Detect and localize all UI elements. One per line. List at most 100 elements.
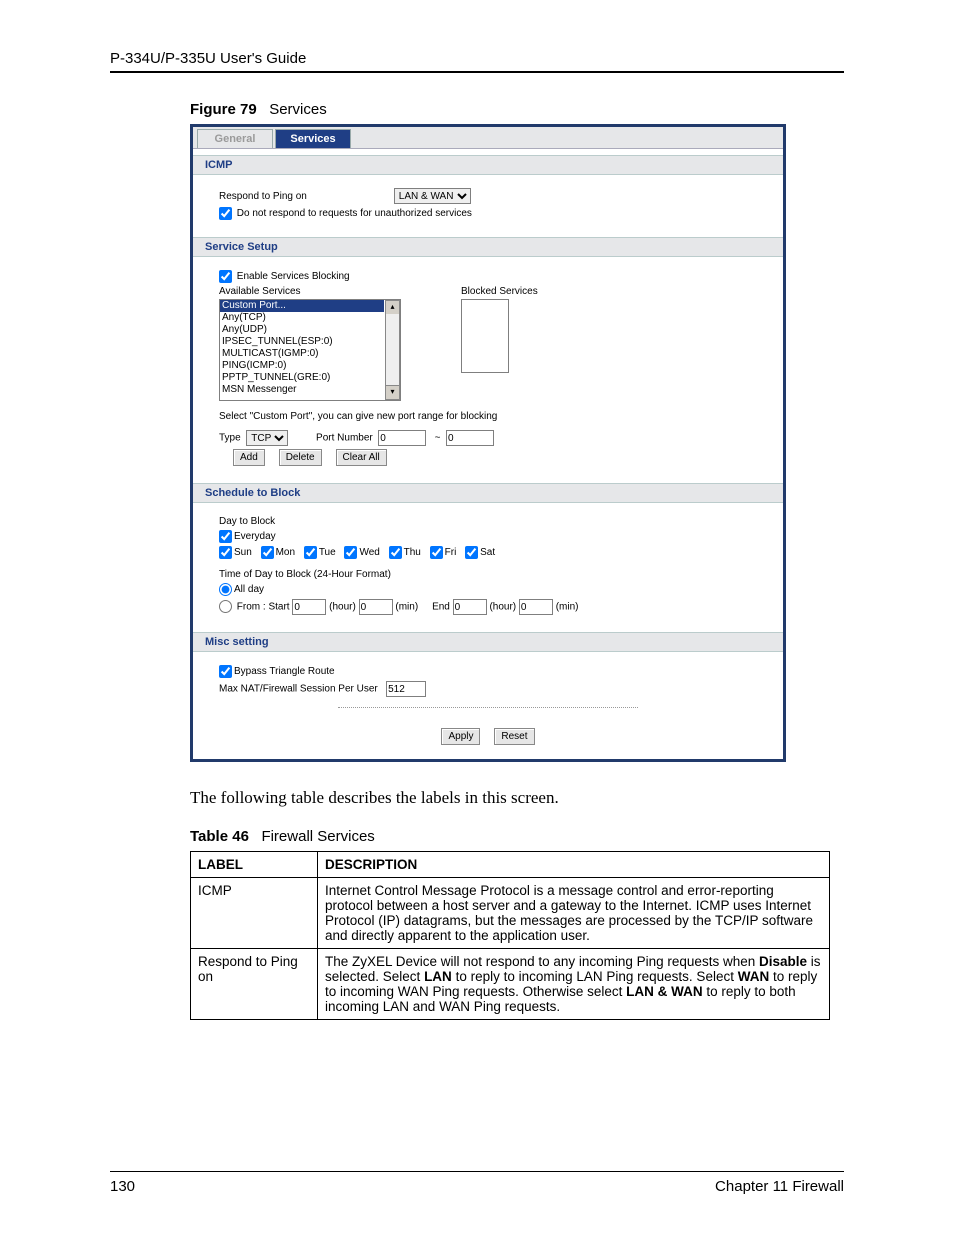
bypass-triangle-label: Bypass Triangle Route <box>234 666 335 677</box>
list-item[interactable]: Any(UDP) <box>220 324 384 336</box>
everyday-checkbox[interactable] <box>219 530 232 543</box>
list-item[interactable]: Custom Port... <box>220 300 384 312</box>
all-day-label: All day <box>234 584 264 595</box>
reset-button[interactable]: Reset <box>494 728 534 745</box>
clear-all-button[interactable]: Clear All <box>336 449 387 466</box>
end-hour-input[interactable] <box>453 599 487 615</box>
day-sun-checkbox[interactable] <box>219 546 232 559</box>
end-min-input[interactable] <box>519 599 553 615</box>
min-unit: (min) <box>556 602 579 613</box>
day-tue-label: Tue <box>319 547 336 558</box>
port-to-input[interactable] <box>446 430 494 446</box>
dotted-separator <box>338 707 638 708</box>
list-item[interactable]: MSN Messenger <box>220 384 384 396</box>
respond-ping-select[interactable]: LAN & WAN <box>394 188 471 204</box>
day-fri-checkbox[interactable] <box>430 546 443 559</box>
available-services-listbox[interactable]: Custom Port... Any(TCP) Any(UDP) IPSEC_T… <box>219 299 401 401</box>
th-label: LABEL <box>191 852 318 878</box>
blocked-services-label: Blocked Services <box>461 286 538 297</box>
blocked-services-listbox[interactable] <box>461 299 509 373</box>
bypass-triangle-checkbox[interactable] <box>219 665 232 678</box>
description-table: LABEL DESCRIPTION ICMP Internet Control … <box>190 851 830 1020</box>
day-thu-label: Thu <box>404 547 421 558</box>
tab-bar: GeneralServices <box>193 127 783 149</box>
scroll-down-icon[interactable]: ▾ <box>385 385 400 400</box>
list-item[interactable]: Any(TCP) <box>220 312 384 324</box>
day-sun-label: Sun <box>234 547 252 558</box>
maxnat-input[interactable] <box>386 681 426 697</box>
list-item[interactable]: PPTP_TUNNEL(GRE:0) <box>220 372 384 384</box>
start-hour-input[interactable] <box>292 599 326 615</box>
tilde: ~ <box>435 433 441 444</box>
hour-unit: (hour) <box>329 602 356 613</box>
footer-rule <box>110 1171 844 1172</box>
th-description: DESCRIPTION <box>318 852 830 878</box>
available-services-label: Available Services <box>219 286 401 297</box>
end-label: End <box>432 602 450 613</box>
tab-services[interactable]: Services <box>275 129 351 148</box>
everyday-label: Everyday <box>234 531 276 542</box>
section-header-service-setup: Service Setup <box>193 237 783 257</box>
cell-desc: Internet Control Message Protocol is a m… <box>318 878 830 949</box>
delete-button[interactable]: Delete <box>279 449 322 466</box>
port-number-label: Port Number <box>316 433 373 444</box>
section-header-misc: Misc setting <box>193 632 783 652</box>
table-row: Respond to Ping on The ZyXEL Device will… <box>191 949 830 1020</box>
header-rule <box>110 71 844 73</box>
add-button[interactable]: Add <box>233 449 265 466</box>
day-fri-label: Fri <box>445 547 457 558</box>
scroll-up-icon[interactable]: ▴ <box>385 300 400 315</box>
table-header-row: LABEL DESCRIPTION <box>191 852 830 878</box>
cell-desc: The ZyXEL Device will not respond to any… <box>318 949 830 1020</box>
table-caption: Table 46 Firewall Services <box>190 828 844 845</box>
list-item[interactable]: IPSEC_TUNNEL(ESP:0) <box>220 336 384 348</box>
day-to-block-label: Day to Block <box>219 516 757 527</box>
from-radio[interactable] <box>219 600 232 613</box>
day-wed-checkbox[interactable] <box>344 546 357 559</box>
start-min-input[interactable] <box>359 599 393 615</box>
day-tue-checkbox[interactable] <box>304 546 317 559</box>
time-of-day-label: Time of Day to Block (24-Hour Format) <box>219 569 757 580</box>
hour-unit: (hour) <box>489 602 516 613</box>
list-item[interactable]: PING(ICMP:0) <box>220 360 384 372</box>
list-item[interactable]: MULTICAST(IGMP:0) <box>220 348 384 360</box>
scrollbar-track[interactable] <box>385 314 400 386</box>
header-guide-title: P-334U/P-335U User's Guide <box>110 50 844 67</box>
chapter-label: Chapter 11 Firewall <box>715 1178 844 1195</box>
icmp-body: Respond to Ping on LAN & WAN Do not resp… <box>193 175 783 237</box>
figure-title: Services <box>269 101 327 118</box>
figure-caption: Figure 79 Services <box>190 101 844 118</box>
section-header-icmp: ICMP <box>193 155 783 175</box>
tab-general[interactable]: General <box>197 129 273 148</box>
page-footer: 130 Chapter 11 Firewall <box>110 1171 844 1195</box>
port-from-input[interactable] <box>378 430 426 446</box>
from-start-label: From : Start <box>237 602 290 613</box>
body-paragraph: The following table describes the labels… <box>190 788 844 808</box>
min-unit: (min) <box>395 602 418 613</box>
enable-blocking-label: Enable Services Blocking <box>237 271 350 282</box>
noresp-unauth-checkbox[interactable] <box>219 207 232 220</box>
respond-ping-label: Respond to Ping on <box>219 191 391 202</box>
day-thu-checkbox[interactable] <box>389 546 402 559</box>
type-select[interactable]: TCP <box>246 430 288 446</box>
section-header-schedule: Schedule to Block <box>193 483 783 503</box>
day-sat-checkbox[interactable] <box>465 546 478 559</box>
cell-label: ICMP <box>191 878 318 949</box>
day-wed-label: Wed <box>359 547 379 558</box>
cell-label: Respond to Ping on <box>191 949 318 1020</box>
noresp-unauth-label: Do not respond to requests for unauthori… <box>237 208 472 219</box>
enable-blocking-checkbox[interactable] <box>219 270 232 283</box>
day-sat-label: Sat <box>480 547 495 558</box>
maxnat-label: Max NAT/Firewall Session Per User <box>219 684 378 695</box>
apply-button[interactable]: Apply <box>441 728 480 745</box>
misc-body: Bypass Triangle Route Max NAT/Firewall S… <box>193 652 783 728</box>
day-mon-checkbox[interactable] <box>261 546 274 559</box>
all-day-radio[interactable] <box>219 583 232 596</box>
page-number: 130 <box>110 1178 135 1195</box>
service-setup-body: Enable Services Blocking Available Servi… <box>193 257 783 483</box>
table-label: Table 46 <box>190 828 249 845</box>
table-title: Firewall Services <box>261 828 374 845</box>
schedule-body: Day to Block Everyday Sun Mon Tue Wed Th… <box>193 503 783 632</box>
custom-port-hint: Select "Custom Port", you can give new p… <box>219 411 757 422</box>
figure-label: Figure 79 <box>190 101 257 118</box>
